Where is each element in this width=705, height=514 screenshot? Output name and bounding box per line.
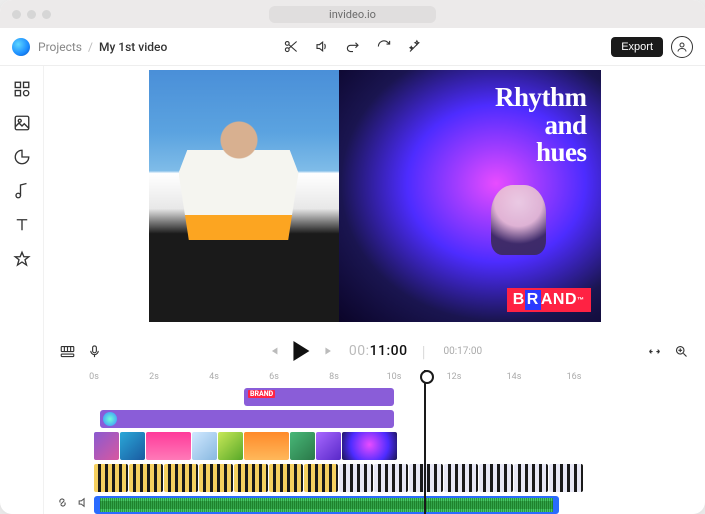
fit-icon[interactable]: [647, 344, 662, 359]
breadcrumb-root[interactable]: Projects: [38, 40, 82, 54]
audio-handle-right[interactable]: [553, 496, 559, 514]
audio-handle-left[interactable]: [94, 496, 100, 514]
playback-bar: 00:11:00 | 00:17:00: [44, 332, 705, 370]
media-icon[interactable]: [13, 114, 31, 132]
video-track-2[interactable]: [94, 464, 583, 492]
video-clip-thumb[interactable]: [339, 464, 373, 492]
link-audio-icon[interactable]: [56, 496, 69, 509]
video-clip-thumb[interactable]: [290, 432, 315, 460]
ruler-tick: 16s: [567, 372, 582, 382]
content-column: Rhythm and hues BRAND™: [44, 66, 705, 514]
app-window: invideo.io Projects / My 1st video Expor…: [0, 0, 705, 514]
templates-icon[interactable]: [13, 80, 31, 98]
ruler-tick: 12s: [447, 372, 462, 382]
video-clip-thumb[interactable]: [192, 432, 217, 460]
video-clip-thumb[interactable]: [549, 464, 583, 492]
account-icon[interactable]: [671, 36, 693, 58]
video-clip-thumb[interactable]: [244, 432, 289, 460]
video-clip-thumb[interactable]: [409, 464, 443, 492]
volume-icon[interactable]: [314, 39, 329, 54]
video-clip-thumb[interactable]: [374, 464, 408, 492]
text-clip[interactable]: BRAND: [244, 388, 394, 406]
ruler-tick: 14s: [507, 372, 522, 382]
left-rail: [0, 66, 44, 514]
video-track[interactable]: [94, 432, 397, 460]
waveform: [96, 498, 557, 512]
magic-icon[interactable]: [407, 39, 422, 54]
skip-back-icon[interactable]: [267, 345, 279, 357]
app-logo-icon[interactable]: [12, 38, 30, 56]
playhead[interactable]: [424, 370, 426, 514]
video-clip-thumb[interactable]: [479, 464, 513, 492]
ruler-tick: 10s: [387, 372, 402, 382]
video-clip-thumb[interactable]: [120, 432, 145, 460]
center-tools: [283, 39, 422, 54]
play-button[interactable]: [293, 341, 309, 361]
text-icon[interactable]: [13, 216, 31, 234]
video-clip-thumb[interactable]: [342, 432, 397, 460]
traffic-lights: [12, 10, 51, 19]
current-time: 00:11:00: [349, 343, 408, 359]
brand-mini-badge: BRAND: [248, 390, 275, 398]
music-icon[interactable]: [13, 182, 31, 200]
timeline[interactable]: BRAND: [94, 388, 695, 514]
mute-track-icon[interactable]: [77, 496, 90, 509]
ruler-tick: 4s: [209, 372, 219, 382]
ruler-tick: 0s: [89, 372, 99, 382]
total-duration: 00:17:00: [444, 346, 483, 357]
brand-badge: BRAND™: [507, 288, 591, 312]
zoom-icon[interactable]: [674, 344, 689, 359]
preview-right-image: Rhythm and hues BRAND™: [339, 70, 601, 322]
voiceover-icon[interactable]: [87, 344, 102, 359]
ruler-tick: 8s: [329, 372, 339, 382]
video-clip-thumb[interactable]: [199, 464, 233, 492]
ruler-tick: 6s: [269, 372, 279, 382]
video-preview[interactable]: Rhythm and hues BRAND™: [149, 70, 601, 322]
audio-clip[interactable]: [94, 496, 559, 514]
preview-left-image: [149, 70, 339, 322]
headline-text: Rhythm and hues: [495, 84, 587, 167]
video-clip-thumb[interactable]: [164, 464, 198, 492]
video-clip-thumb[interactable]: [94, 432, 119, 460]
overlay-clip[interactable]: [100, 410, 394, 428]
cut-icon[interactable]: [283, 39, 298, 54]
video-clip-thumb[interactable]: [514, 464, 548, 492]
project-title[interactable]: My 1st video: [99, 40, 167, 54]
time-ruler[interactable]: 0s2s4s6s8s10s12s14s16s: [94, 370, 695, 388]
video-clip-thumb[interactable]: [94, 464, 128, 492]
video-clip-thumb[interactable]: [444, 464, 478, 492]
captions-icon[interactable]: [60, 344, 75, 359]
export-button[interactable]: Export: [611, 37, 663, 57]
browser-chrome: invideo.io: [0, 0, 705, 28]
video-clip-thumb[interactable]: [218, 432, 243, 460]
top-toolbar: Projects / My 1st video Export: [0, 28, 705, 66]
skip-forward-icon[interactable]: [323, 345, 335, 357]
favorites-icon[interactable]: [13, 250, 31, 268]
url-bar[interactable]: invideo.io: [269, 6, 436, 23]
overlay-thumb-icon: [103, 412, 117, 426]
ruler-tick: 2s: [149, 372, 159, 382]
breadcrumb: Projects / My 1st video: [38, 40, 167, 54]
canvas-area: Rhythm and hues BRAND™: [44, 66, 705, 332]
breadcrumb-separator: /: [88, 40, 93, 54]
video-clip-thumb[interactable]: [304, 464, 338, 492]
video-clip-thumb[interactable]: [234, 464, 268, 492]
redo-icon[interactable]: [345, 39, 360, 54]
refresh-icon[interactable]: [376, 39, 391, 54]
main-area: Rhythm and hues BRAND™: [0, 66, 705, 514]
shapes-icon[interactable]: [13, 148, 31, 166]
video-clip-thumb[interactable]: [146, 432, 191, 460]
video-clip-thumb[interactable]: [316, 432, 341, 460]
video-clip-thumb[interactable]: [129, 464, 163, 492]
video-clip-thumb[interactable]: [269, 464, 303, 492]
